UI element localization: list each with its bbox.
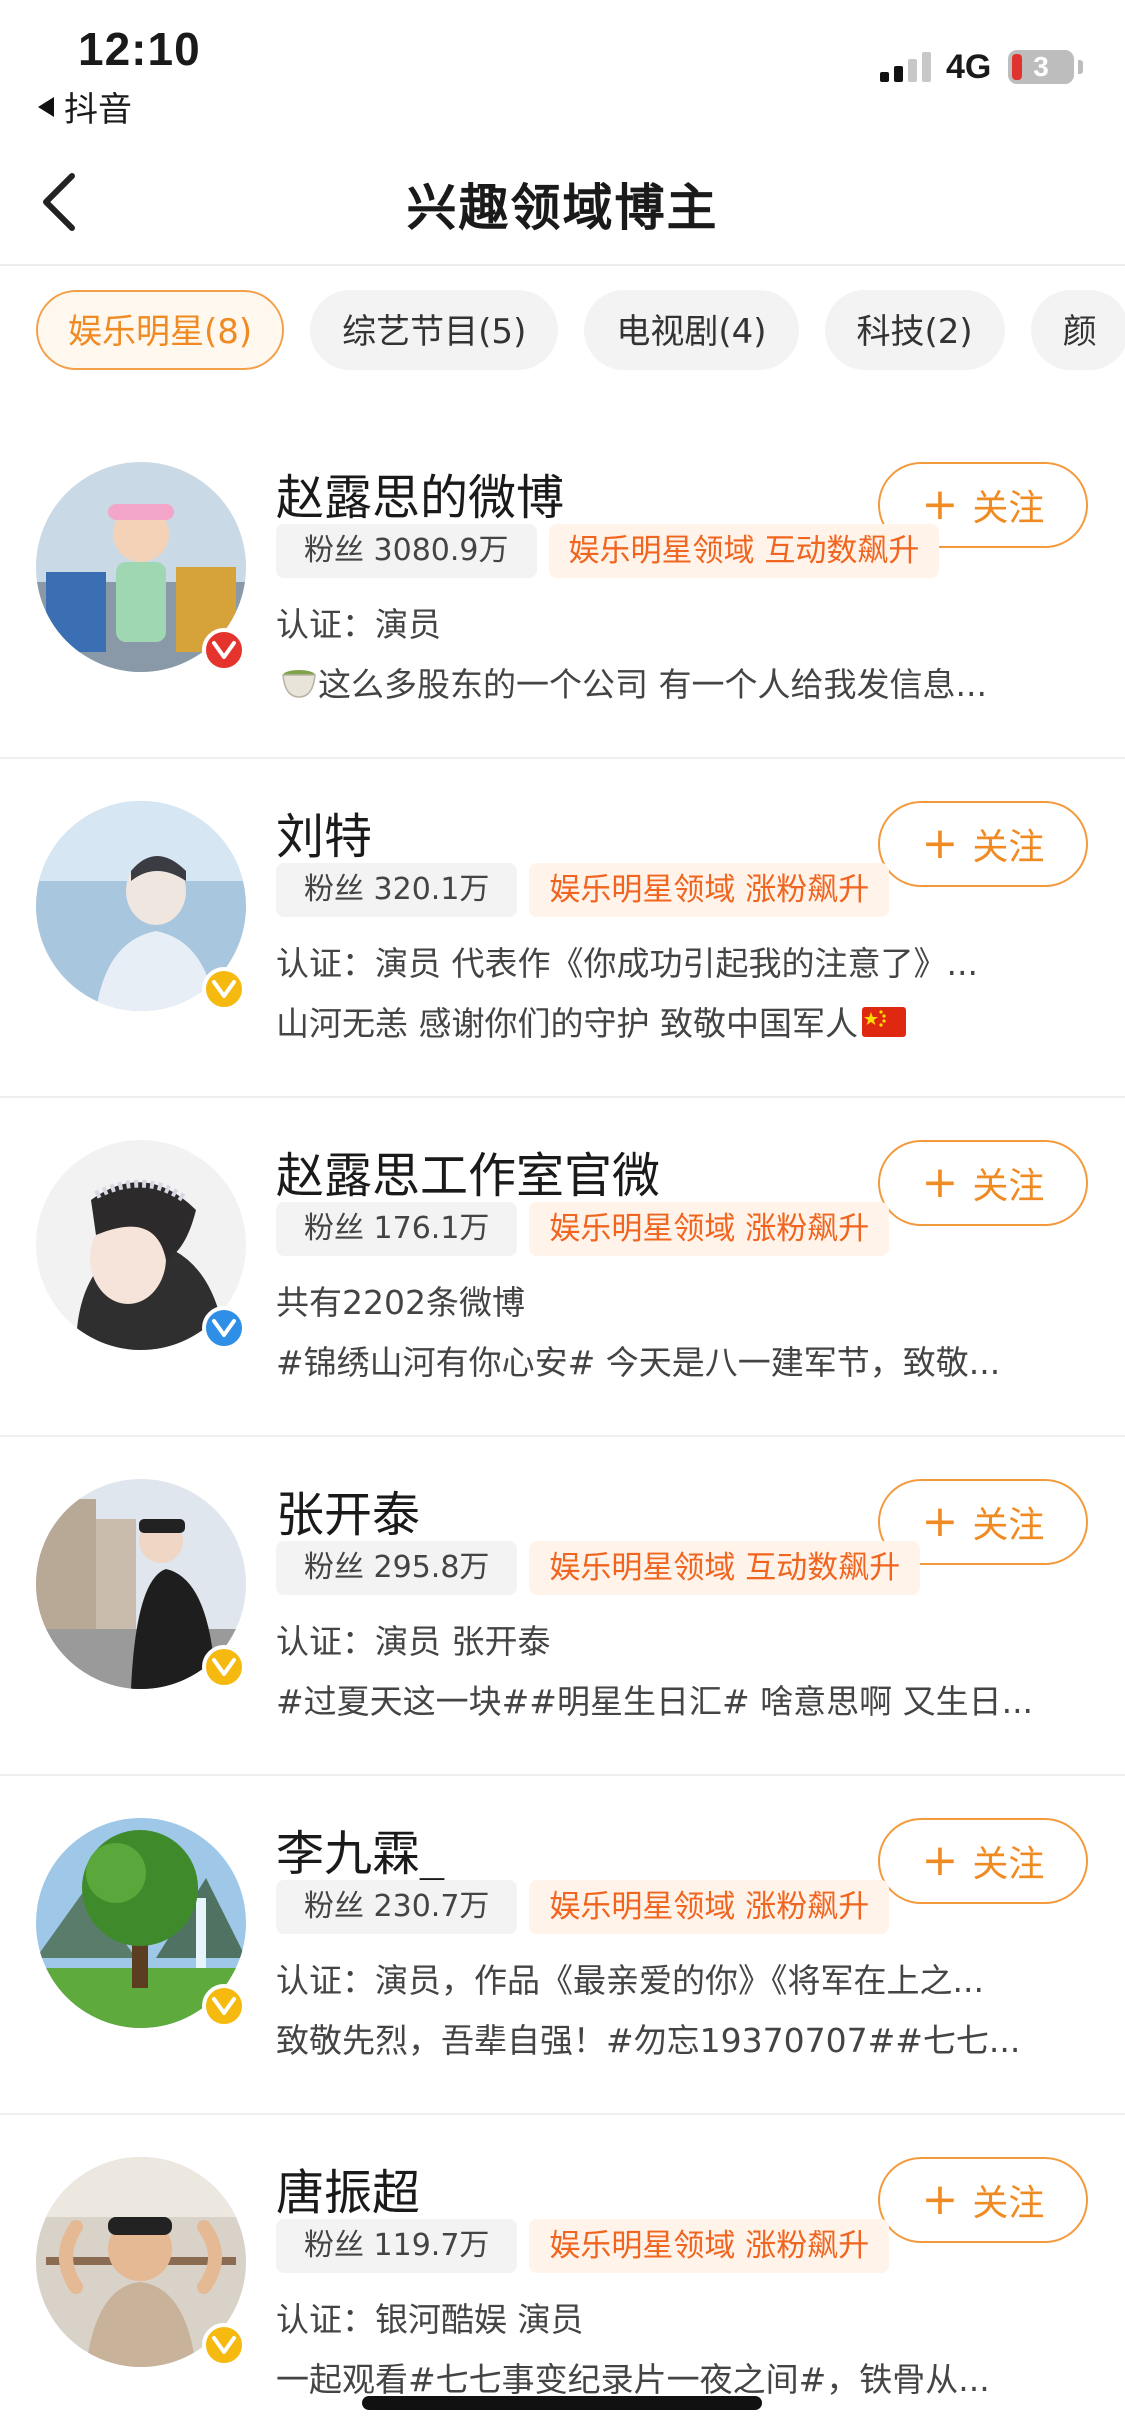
verification-text: 认证：演员，作品《最亲爱的你》《将军在上之... (276, 1961, 984, 2000)
fans-count: 粉丝 176.1万 (276, 1202, 518, 1256)
fans-count: 粉丝 230.7万 (276, 1880, 518, 1934)
category-tabs: 娱乐明星(8) 综艺节目(5) 电视剧(4) 科技(2) 颜 (36, 290, 1125, 374)
latest-post-text: 致敬先烈，吾辈自强！#勿忘19370707##七七... (276, 2021, 1021, 2060)
list-item[interactable]: 赵露思的微博 + 关注 粉丝 3080.9万 娱乐明星领域 互动数飙升 认证：演员… (0, 420, 1125, 759)
network-type: 4G (946, 48, 992, 86)
china-flag-icon (861, 1006, 906, 1045)
trend-tag: 娱乐明星领域 涨粉飙升 (529, 1880, 890, 1934)
tab-tv-dramas[interactable]: 电视剧(4) (584, 290, 799, 370)
verified-badge-icon (202, 628, 246, 672)
follow-label: 关注 (972, 2183, 1045, 2224)
status-bar: 12:10 抖音 4G 3 (0, 0, 1125, 140)
back-to-app-link[interactable]: 抖音 (38, 82, 132, 131)
battery-level: 3 (1033, 51, 1049, 82)
back-triangle-icon (38, 96, 54, 117)
status-time: 12:10 (78, 23, 201, 75)
nav-bar: 兴趣领域博主 (0, 140, 1125, 266)
battery-icon: 3 (1008, 50, 1074, 84)
follow-label: 关注 (972, 1166, 1045, 1207)
latest-post-text: 一起观看#七七事变纪录片一夜之间#，铁骨从... (276, 2360, 990, 2399)
tab-more[interactable]: 颜 (1030, 290, 1125, 370)
trend-tag: 娱乐明星领域 互动数飙升 (548, 524, 940, 578)
latest-post-content: 这么多股东的一个公司 有一个人给我发信息... (318, 665, 987, 704)
avatar[interactable] (36, 462, 246, 672)
fans-count: 粉丝 3080.9万 (276, 524, 537, 578)
tea-emoji-icon (280, 665, 318, 709)
tab-variety-shows[interactable]: 综艺节目(5) (310, 290, 559, 370)
fans-count: 粉丝 119.7万 (276, 2219, 518, 2273)
blogger-name[interactable]: 张开泰 (276, 1475, 420, 1545)
trend-tag: 娱乐明星领域 涨粉飙升 (529, 863, 890, 917)
blogger-name[interactable]: 赵露思工作室官微 (276, 1136, 660, 1206)
plus-icon: + (921, 479, 959, 530)
follow-label: 关注 (972, 1505, 1045, 1546)
trend-tag: 娱乐明星领域 涨粉飙升 (529, 2219, 890, 2273)
list-item[interactable]: 张开泰 + 关注 粉丝 295.8万 娱乐明星领域 互动数飙升 认证：演员 张开泰… (0, 1437, 1125, 1776)
fans-count: 粉丝 320.1万 (276, 863, 518, 917)
list-item[interactable]: 唐振超 + 关注 粉丝 119.7万 娱乐明星领域 涨粉飙升 认证：银河酷娱 演员… (0, 2115, 1125, 2436)
follow-button[interactable]: + 关注 (878, 2157, 1088, 2243)
tab-technology[interactable]: 科技(2) (824, 290, 1005, 370)
verification-text: 认证：演员 代表作《你成功引起我的注意了》... (276, 944, 978, 983)
latest-post-text: #过夏天这一块##明星生日汇# 啥意思啊 又生日... (276, 1682, 1034, 1721)
blogger-name[interactable]: 李九霖_ (276, 1814, 444, 1884)
blogger-name[interactable]: 赵露思的微博 (276, 458, 564, 528)
blogger-name[interactable]: 刘特 (276, 797, 372, 867)
battery-tip (1078, 60, 1083, 74)
plus-icon: + (921, 1835, 959, 1886)
list-item[interactable]: 赵露思工作室官微 + 关注 粉丝 176.1万 娱乐明星领域 涨粉飙升 共有220… (0, 1098, 1125, 1437)
verified-badge-icon (202, 1306, 246, 1350)
avatar[interactable] (36, 2157, 246, 2367)
avatar[interactable] (36, 1140, 246, 1350)
follow-label: 关注 (972, 488, 1045, 529)
latest-post-text: 山河无恙 感谢你们的守护 致敬中国军人 (276, 997, 1076, 1045)
verified-badge-icon (202, 2323, 246, 2367)
verification-text: 认证：银河酷娱 演员 (276, 2300, 584, 2339)
page-title: 兴趣领域博主 (406, 179, 719, 237)
list-item[interactable]: 刘特 + 关注 粉丝 320.1万 娱乐明星领域 涨粉飙升 认证：演员 代表作《你… (0, 759, 1125, 1098)
trend-tag: 娱乐明星领域 互动数飙升 (529, 1541, 921, 1595)
back-app-label: 抖音 (64, 90, 132, 130)
avatar[interactable] (36, 801, 246, 1011)
verification-text: 认证：演员 张开泰 (276, 1622, 551, 1661)
signal-strength-icon (880, 52, 931, 82)
follow-label: 关注 (972, 827, 1045, 868)
blogger-name[interactable]: 唐振超 (276, 2153, 420, 2223)
follow-button[interactable]: + 关注 (878, 1818, 1088, 1904)
avatar[interactable] (36, 1818, 246, 2028)
home-indicator[interactable] (362, 2396, 762, 2410)
tab-entertainment-stars[interactable]: 娱乐明星(8) (36, 290, 285, 370)
plus-icon: + (921, 818, 959, 869)
list-item[interactable]: 李九霖_ + 关注 粉丝 230.7万 娱乐明星领域 涨粉飙升 认证：演员，作品《… (0, 1776, 1125, 2115)
post-count-text: 共有2202条微博 (276, 1283, 525, 1322)
trend-tag: 娱乐明星领域 涨粉飙升 (529, 1202, 890, 1256)
verified-badge-icon (202, 1645, 246, 1689)
verified-badge-icon (202, 1984, 246, 2028)
plus-icon: + (921, 1157, 959, 1208)
follow-button[interactable]: + 关注 (878, 1140, 1088, 1226)
verification-text: 认证：演员 (276, 605, 441, 644)
blogger-list: 赵露思的微博 + 关注 粉丝 3080.9万 娱乐明星领域 互动数飙升 认证：演员… (0, 420, 1125, 2436)
latest-post-text: 这么多股东的一个公司 有一个人给我发信息... (276, 658, 1076, 709)
avatar[interactable] (36, 1479, 246, 1689)
fans-count: 粉丝 295.8万 (276, 1541, 518, 1595)
plus-icon: + (921, 2174, 959, 2225)
follow-label: 关注 (972, 1844, 1045, 1885)
plus-icon: + (921, 1496, 959, 1547)
latest-post-content: 山河无恙 感谢你们的守护 致敬中国军人 (276, 1004, 858, 1043)
verified-badge-icon (202, 967, 246, 1011)
follow-button[interactable]: + 关注 (878, 801, 1088, 887)
latest-post-text: #锦绣山河有你心安# 今天是八一建军节，致敬... (276, 1343, 1001, 1382)
